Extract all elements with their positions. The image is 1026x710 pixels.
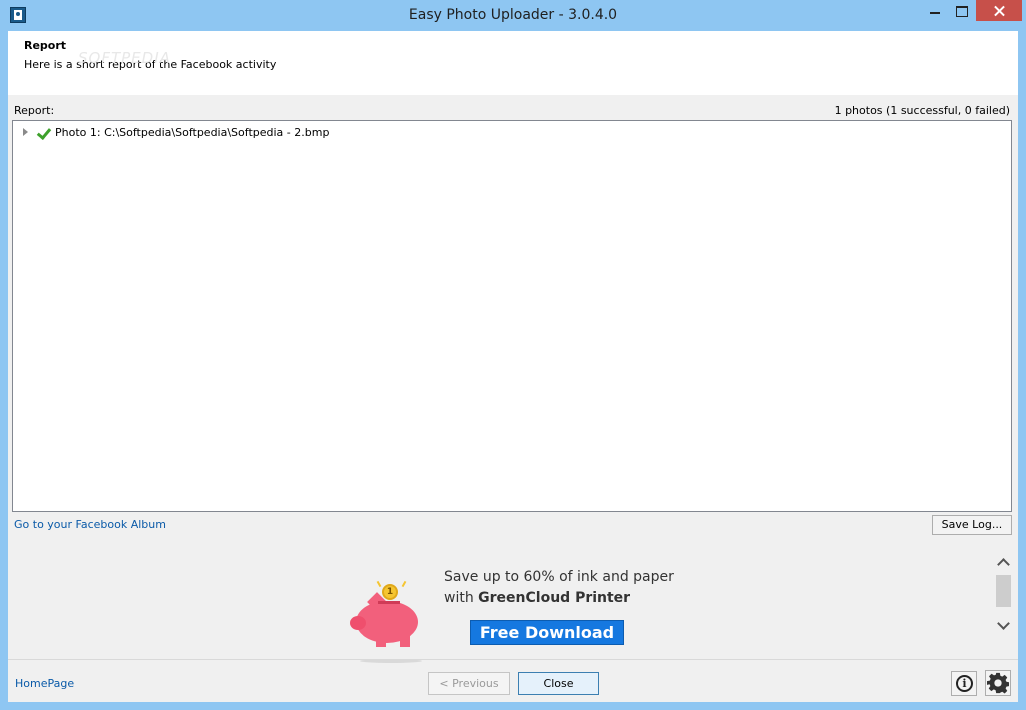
piggy-bank-icon: 1 [348, 580, 428, 663]
info-icon: i [956, 675, 973, 692]
maximize-button[interactable] [946, 0, 976, 21]
pig-leg [400, 633, 410, 647]
previous-button[interactable]: < Previous [428, 672, 510, 695]
close-button[interactable]: Close [518, 672, 599, 695]
pig-snout [350, 616, 366, 630]
report-summary: 1 photos (1 successful, 0 failed) [834, 104, 1010, 117]
save-log-button[interactable]: Save Log... [932, 515, 1012, 535]
main-panel: Report Here is a short report of the Fac… [8, 31, 1018, 702]
homepage-link[interactable]: HomePage [15, 677, 74, 690]
window-title: Easy Photo Uploader - 3.0.4.0 [408, 7, 618, 23]
facebook-album-link[interactable]: Go to your Facebook Album [14, 518, 166, 531]
pig-leg [376, 633, 386, 647]
ad-headline: Save up to 60% of ink and paper [444, 569, 674, 585]
report-label: Report: [14, 104, 55, 117]
coin-icon: 1 [382, 584, 398, 600]
expand-arrow-icon[interactable] [23, 128, 28, 136]
footer-divider [8, 659, 1018, 660]
page-header: Report Here is a short report of the Fac… [8, 31, 1018, 95]
close-window-button[interactable] [976, 0, 1022, 21]
tree-item-label: Photo 1: C:\Softpedia\Softpedia\Softpedi… [55, 125, 330, 139]
sparkle-icon [376, 580, 382, 588]
ad-scroll-up-icon[interactable] [996, 556, 1012, 570]
free-download-button[interactable]: Free Download [470, 620, 624, 645]
ad-scroll-thumb[interactable] [996, 575, 1011, 607]
coin-slot [378, 601, 400, 604]
app-window: Easy Photo Uploader - 3.0.4.0 Report Her… [0, 0, 1026, 710]
checkmark-icon [35, 126, 50, 139]
settings-button[interactable] [985, 670, 1011, 696]
report-tree[interactable]: Photo 1: C:\Softpedia\Softpedia\Softpedi… [12, 120, 1012, 512]
page-title: Report [24, 39, 67, 52]
sparkle-icon [401, 580, 407, 588]
ad-subline: with GreenCloud Printer [444, 590, 630, 606]
ad-banner[interactable]: 1 Save up to 60% of ink and paper with G… [348, 561, 674, 663]
ad-subline-prefix: with [444, 590, 479, 606]
info-button[interactable]: i [951, 671, 977, 696]
watermark: SOFTPEDIA [78, 49, 171, 67]
tree-item[interactable]: Photo 1: C:\Softpedia\Softpedia\Softpedi… [21, 124, 329, 140]
ad-scroll-down-icon[interactable] [996, 619, 1012, 633]
gear-icon [987, 672, 1009, 694]
title-bar[interactable]: Easy Photo Uploader - 3.0.4.0 [0, 0, 1026, 31]
ad-brand: GreenCloud Printer [478, 590, 631, 606]
